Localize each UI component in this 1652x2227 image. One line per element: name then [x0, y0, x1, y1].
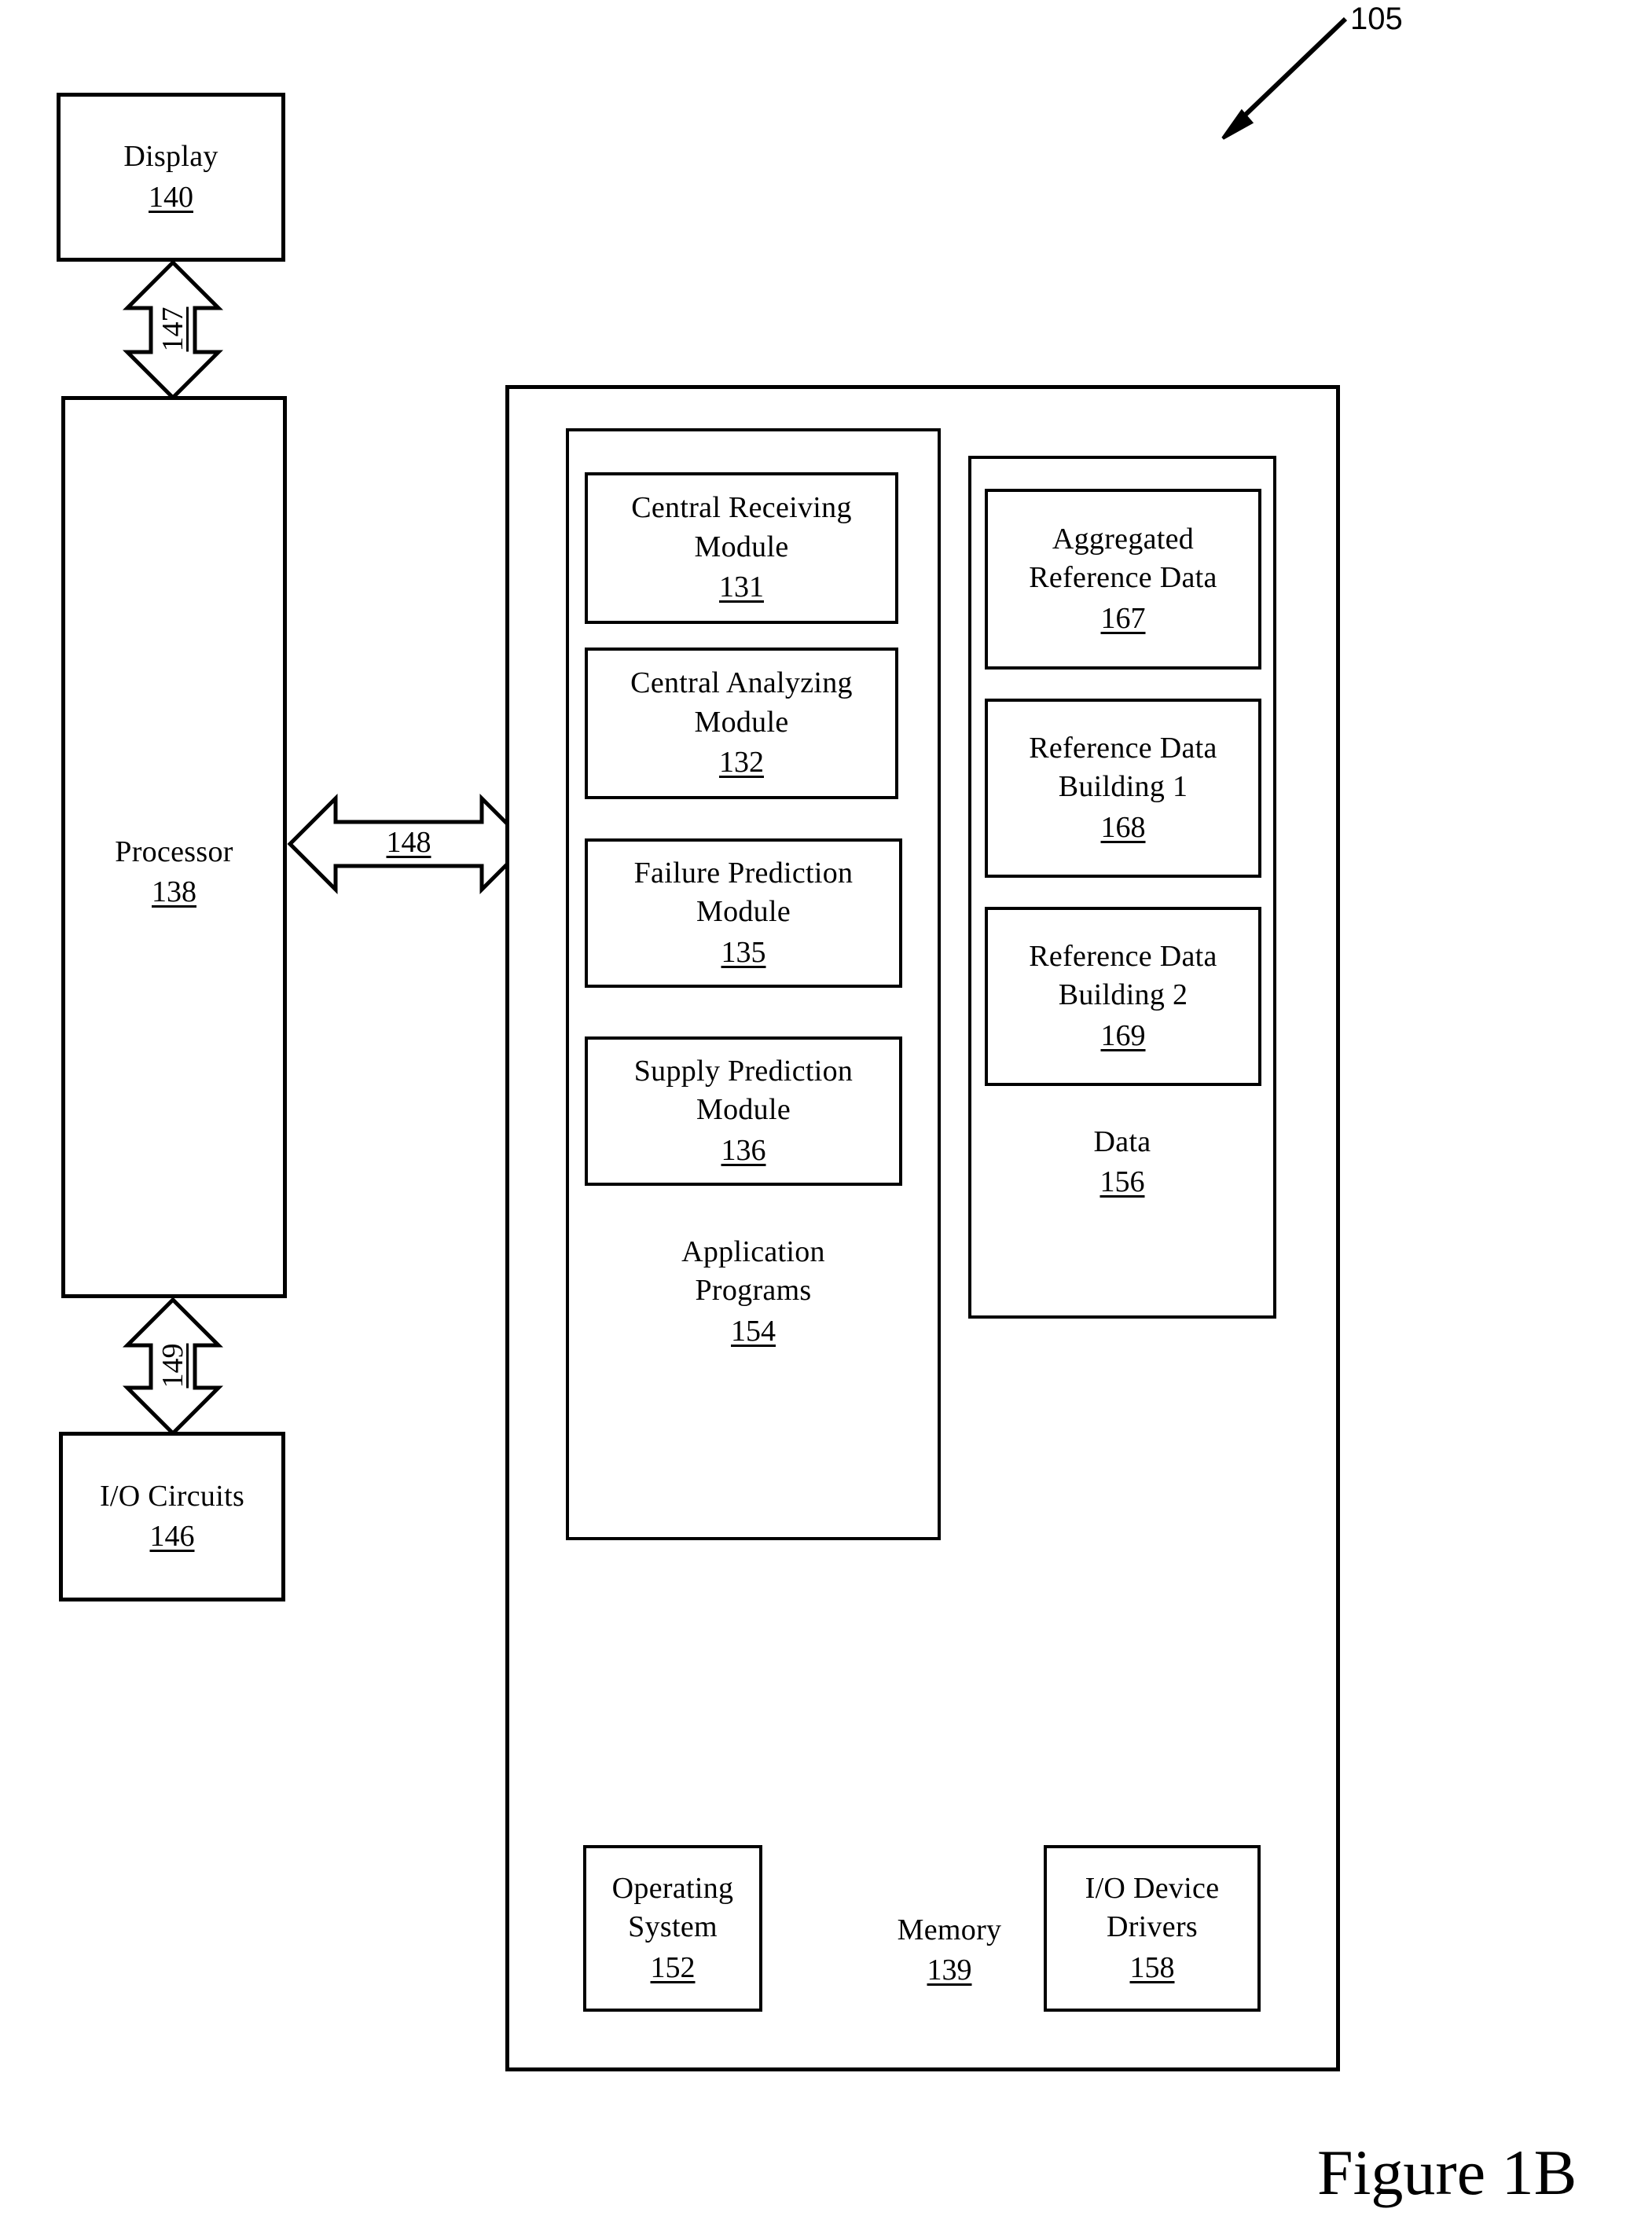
aggregated-reference-data-ref: 167 [1100, 601, 1146, 635]
operating-system-block[interactable]: Operating System 152 [583, 1845, 762, 2012]
reference-data-building-2-ref: 169 [1100, 1018, 1146, 1052]
system-reference-number: 105 [1350, 2, 1403, 36]
central-receiving-module-block[interactable]: Central Receiving Module 131 [585, 472, 898, 624]
reference-data-building-1-ref: 168 [1100, 810, 1146, 844]
application-programs-caption: Application Programs 154 [569, 1233, 938, 1351]
memory-block[interactable]: Central Receiving Module 131 Central Ana… [505, 385, 1340, 2071]
data-label: Data [1093, 1125, 1151, 1158]
central-receiving-module-line2: Module [694, 530, 789, 563]
operating-system-ref: 152 [650, 1950, 696, 1984]
aggregated-reference-data-line2: Reference Data [1029, 561, 1217, 595]
application-programs-block[interactable]: Central Receiving Module 131 Central Ana… [566, 428, 941, 1540]
io-circuits-block[interactable]: I/O Circuits 146 [59, 1432, 285, 1601]
system-ref-leader-arrow [1221, 17, 1348, 140]
failure-prediction-module-line2: Module [696, 895, 791, 929]
io-device-drivers-ref: 158 [1129, 1950, 1175, 1984]
operating-system-line2: System [628, 1910, 718, 1944]
data-caption: Data 156 [971, 1123, 1273, 1202]
io-circuits-label: I/O Circuits [99, 1479, 245, 1513]
central-receiving-module-line1: Central Receiving [631, 491, 852, 525]
connector-148-label: 148 [386, 826, 431, 859]
connector-149-label: 149 [156, 1343, 189, 1389]
io-device-drivers-line1: I/O Device [1085, 1871, 1220, 1905]
processor-label: Processor [115, 835, 233, 868]
memory-caption: Memory 139 [867, 1911, 1032, 1990]
io-device-drivers-line2: Drivers [1106, 1910, 1199, 1944]
figure-caption: Figure 1B [1317, 2137, 1577, 2208]
reference-data-building-2-block[interactable]: Reference Data Building 2 169 [985, 907, 1261, 1086]
memory-ref: 139 [927, 1954, 972, 1987]
display-label: Display [123, 140, 218, 174]
memory-label: Memory [897, 1913, 1002, 1946]
failure-prediction-module-block[interactable]: Failure Prediction Module 135 [585, 838, 902, 988]
central-receiving-module-ref: 131 [719, 571, 764, 604]
reference-data-building-1-block[interactable]: Reference Data Building 1 168 [985, 699, 1261, 878]
supply-prediction-module-block[interactable]: Supply Prediction Module 136 [585, 1036, 902, 1186]
failure-prediction-module-ref: 135 [721, 935, 766, 969]
central-analyzing-module-ref: 132 [719, 746, 764, 780]
failure-prediction-module-line1: Failure Prediction [633, 856, 854, 890]
aggregated-reference-data-block[interactable]: Aggregated Reference Data 167 [985, 489, 1261, 670]
reference-data-building-2-line2: Building 2 [1058, 978, 1188, 1012]
supply-prediction-module-line2: Module [696, 1093, 791, 1127]
display-ref: 140 [149, 180, 193, 214]
patent-figure-page: 105 Display 140 147 Processor 138 148 14… [0, 0, 1652, 2227]
central-analyzing-module-line1: Central Analyzing [630, 666, 853, 700]
application-programs-line1: Application [681, 1235, 825, 1268]
reference-data-building-2-line1: Reference Data [1029, 939, 1217, 973]
io-circuits-ref: 146 [149, 1520, 195, 1553]
reference-data-building-1-line1: Reference Data [1029, 731, 1217, 765]
supply-prediction-module-ref: 136 [721, 1133, 766, 1167]
display-block[interactable]: Display 140 [57, 93, 285, 262]
central-analyzing-module-block[interactable]: Central Analyzing Module 132 [585, 648, 898, 799]
processor-block[interactable]: Processor 138 [61, 396, 287, 1298]
supply-prediction-module-line1: Supply Prediction [633, 1054, 854, 1088]
aggregated-reference-data-line1: Aggregated [1052, 522, 1195, 556]
application-programs-ref: 154 [731, 1314, 776, 1348]
io-device-drivers-block[interactable]: I/O Device Drivers 158 [1044, 1845, 1261, 2012]
data-ref: 156 [1099, 1165, 1145, 1199]
operating-system-line1: Operating [611, 1871, 734, 1905]
reference-data-building-1-line2: Building 1 [1058, 770, 1188, 804]
connector-147-label: 147 [156, 306, 189, 352]
data-block[interactable]: Aggregated Reference Data 167 Reference … [968, 456, 1276, 1319]
application-programs-line2: Programs [695, 1274, 812, 1308]
processor-ref: 138 [152, 875, 196, 909]
central-analyzing-module-line2: Module [694, 705, 789, 739]
